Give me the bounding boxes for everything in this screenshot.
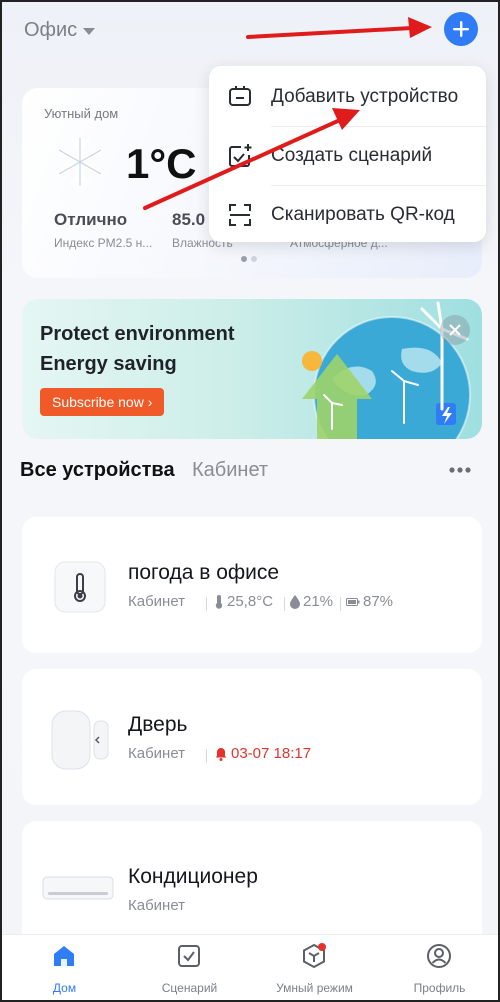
bell-icon bbox=[215, 747, 227, 761]
bottom-navigation: Дом Сценарий Умный режим Профиль bbox=[2, 934, 498, 1000]
device-card-door[interactable]: Дверь Кабинет 03-07 18:17 bbox=[22, 669, 482, 805]
nav-label: Сценарий bbox=[161, 981, 218, 995]
droplet-icon bbox=[290, 594, 300, 609]
smart-mode-icon bbox=[303, 943, 326, 969]
battery-value: 87% bbox=[363, 593, 394, 610]
add-device-icon bbox=[229, 86, 251, 106]
menu-item-label: Создать сценарий bbox=[271, 145, 433, 166]
app-screen: Офис Уютный дом 1°C Отлично Индекс PM2.5… bbox=[0, 0, 500, 1002]
menu-item-label: Добавить устройство bbox=[271, 86, 459, 107]
alarm-stat: 03-07 18:17 bbox=[214, 745, 311, 762]
profile-icon bbox=[427, 944, 451, 968]
battery-icon bbox=[346, 597, 360, 606]
weather-card-title: Уютный дом bbox=[44, 106, 119, 121]
door-sensor-icon bbox=[51, 710, 109, 770]
nav-label: Умный режим bbox=[276, 981, 353, 995]
alarm-time: 03-07 18:17 bbox=[231, 745, 312, 762]
home-icon bbox=[54, 946, 74, 966]
thermometer-icon bbox=[215, 594, 223, 609]
humidity-value: 85.0 bbox=[172, 210, 206, 229]
page-indicator bbox=[241, 256, 257, 262]
battery-stat: 87% bbox=[346, 593, 393, 610]
banner-close-button[interactable] bbox=[440, 315, 470, 345]
page-dot bbox=[241, 256, 247, 262]
divider bbox=[206, 749, 207, 763]
chevron-down-icon bbox=[83, 27, 96, 35]
promo-banner[interactable]: Protect environment Energy saving Subscr… bbox=[22, 299, 482, 439]
home-selector[interactable]: Офис bbox=[24, 16, 96, 44]
nav-profile[interactable]: Профиль bbox=[377, 935, 498, 1000]
divider bbox=[340, 597, 341, 611]
add-button[interactable] bbox=[444, 12, 478, 46]
add-menu: Добавить устройство Создать сценарий Ска… bbox=[209, 66, 486, 242]
tab-cabinet[interactable]: Кабинет bbox=[192, 459, 268, 482]
scenario-icon bbox=[178, 945, 200, 967]
thermometer-sensor-icon bbox=[54, 561, 106, 613]
air-conditioner-icon bbox=[42, 876, 114, 900]
device-name: Кондиционер bbox=[128, 865, 258, 888]
temperature-value: 25,8°C bbox=[227, 593, 274, 610]
pm25-value: Отлично bbox=[54, 210, 128, 229]
device-card-weather[interactable]: погода в офисе Кабинет 25,8°C 21% 87% bbox=[22, 517, 482, 653]
device-name: Дверь bbox=[128, 713, 188, 736]
home-name: Офис bbox=[24, 18, 78, 41]
more-dots-icon[interactable] bbox=[446, 460, 474, 480]
subscribe-button[interactable]: Subscribe now › bbox=[40, 388, 165, 416]
tab-all-devices[interactable]: Все устройства bbox=[20, 459, 175, 482]
temperature-value: 1°C bbox=[126, 140, 197, 187]
humidity-value: 21% bbox=[303, 593, 334, 610]
menu-item-add-device[interactable]: Добавить устройство bbox=[209, 68, 486, 126]
banner-line-1: Protect environment bbox=[40, 323, 235, 345]
scan-qr-icon bbox=[229, 204, 251, 226]
menu-item-label: Сканировать QR-код bbox=[271, 204, 455, 225]
device-room: Кабинет bbox=[128, 745, 186, 762]
divider bbox=[206, 597, 207, 611]
pm25-label: Индекс PM2.5 н... bbox=[54, 236, 153, 250]
menu-item-scan-qr[interactable]: Сканировать QR-код bbox=[209, 186, 486, 244]
nav-scenario[interactable]: Сценарий bbox=[127, 935, 252, 1000]
banner-line-2: Energy saving bbox=[40, 353, 177, 375]
device-room: Кабинет bbox=[128, 593, 186, 610]
close-icon bbox=[449, 324, 461, 336]
nav-label: Дом bbox=[52, 981, 77, 995]
divider bbox=[284, 597, 285, 611]
humidity-stat: 21% bbox=[290, 593, 333, 610]
nav-home[interactable]: Дом bbox=[2, 935, 127, 1000]
create-scene-icon bbox=[229, 144, 252, 167]
nav-label: Профиль bbox=[413, 981, 466, 995]
page-dot bbox=[251, 256, 257, 262]
snowflake-icon bbox=[56, 135, 104, 189]
plus-icon bbox=[453, 21, 469, 37]
device-room: Кабинет bbox=[128, 897, 186, 914]
temperature-stat: 25,8°C bbox=[214, 593, 273, 610]
device-name: погода в офисе bbox=[128, 561, 280, 584]
menu-item-create-scene[interactable]: Создать сценарий bbox=[209, 127, 486, 185]
nav-smart-mode[interactable]: Умный режим bbox=[252, 935, 377, 1000]
